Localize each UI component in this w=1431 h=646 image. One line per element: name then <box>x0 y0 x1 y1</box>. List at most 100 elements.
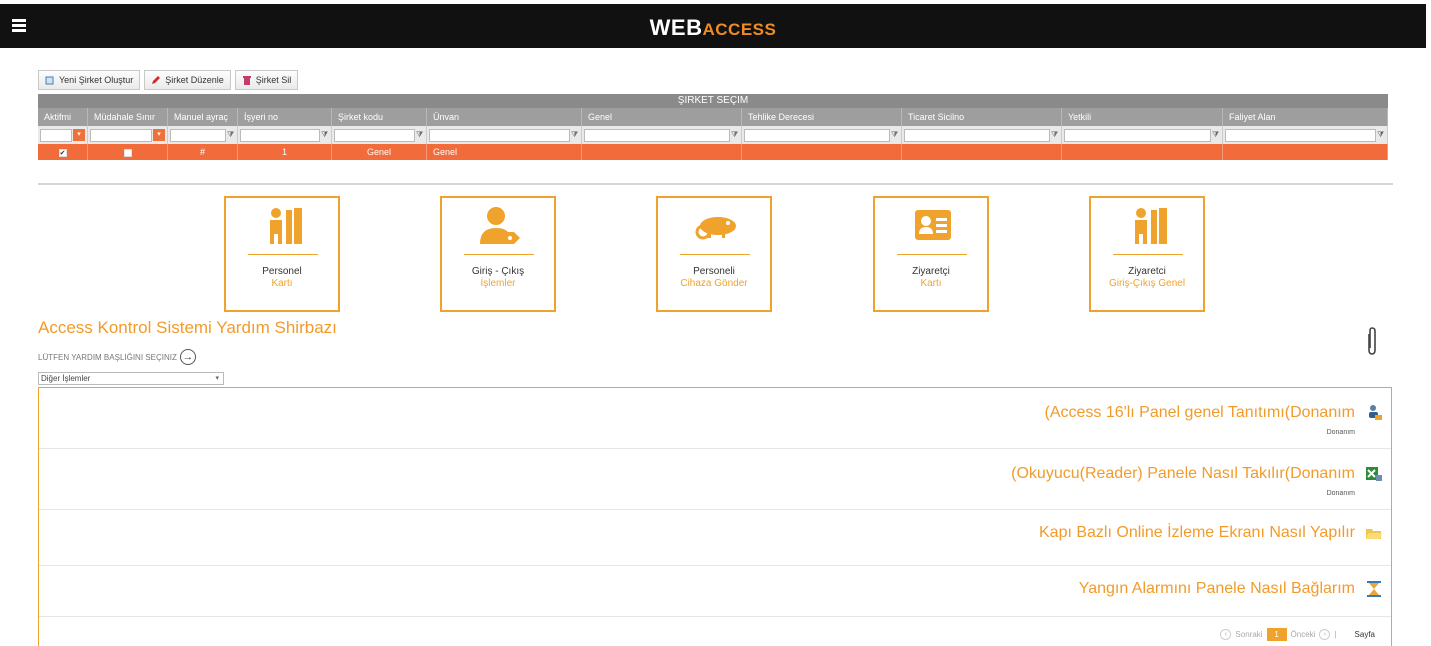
col-header[interactable]: Ticaret Sicilno <box>902 108 1062 126</box>
filter-input[interactable] <box>1064 128 1211 142</box>
edit-company-button[interactable]: Şirket Düzenle <box>144 70 231 90</box>
table-row[interactable]: ✔ # 1 Genel Genel <box>38 144 1388 160</box>
tile-visitor-card[interactable]: Ziyaretçi Kartı <box>873 196 989 312</box>
create-company-button[interactable]: Yeni Şirket Oluştur <box>38 70 141 90</box>
help-title: Access Kontrol Sistemi Yardım Shirbazı <box>38 318 337 337</box>
pagination: ‹ Sonraki 1 Önceki › | Sayfa <box>1220 628 1375 641</box>
person-file-icon <box>270 208 302 244</box>
grid-filter-row: ▾ ▾ ⧩ ⧩ ⧩ ⧩ ⧩ ⧩ ⧩ ⧩ ⧩ <box>38 126 1388 144</box>
active-checkbox[interactable]: ✔ <box>58 148 67 157</box>
filter-input[interactable] <box>744 128 890 142</box>
dropdown-icon[interactable]: ▾ <box>153 129 165 141</box>
hardware-user-icon <box>1369 405 1382 420</box>
tile-sublabel: Kartı <box>920 278 942 289</box>
filter-input[interactable] <box>240 128 320 142</box>
prev-page-link[interactable]: Önceki <box>1291 630 1316 639</box>
filter-input[interactable] <box>170 128 226 142</box>
list-item[interactable]: Kapı Bazlı Online İzleme Ekranı Nasıl Ya… <box>39 510 1391 566</box>
list-item[interactable]: Yangın Alarmını Panele Nasıl Bağlarım <box>39 566 1391 617</box>
cell-manuel: # <box>168 144 238 160</box>
cell-unvan: Genel <box>427 144 582 160</box>
limit-checkbox[interactable] <box>123 148 132 157</box>
tile-sublabel: Giriş-Çıkış Genel <box>1108 278 1186 289</box>
help-subtitle-text: LÜTFEN YARDIM BAŞLIĞINI SEÇINIZ <box>38 352 177 362</box>
item-title[interactable]: Kapı Bazlı Online İzleme Ekranı Nasıl Ya… <box>1039 524 1355 542</box>
filter-icon[interactable]: ⧩ <box>1051 130 1059 140</box>
create-company-label: Yeni Şirket Oluştur <box>59 75 134 85</box>
divider <box>38 183 1393 185</box>
filter-icon[interactable]: ⧩ <box>227 130 235 140</box>
col-header[interactable]: Aktifmi <box>38 108 88 126</box>
cell-empty <box>1223 144 1388 160</box>
help-topic-select[interactable]: Diğer İşlemler ▾ <box>38 372 224 385</box>
col-header[interactable]: Müdahale Sınır <box>88 108 168 126</box>
col-header[interactable]: Manuel ayraç <box>168 108 238 126</box>
cell-empty <box>902 144 1062 160</box>
tile-sublabel: Cihaza Gönder <box>680 278 748 289</box>
filter-input[interactable] <box>1225 128 1376 142</box>
item-title[interactable]: (Okuyucu(Reader) Panele Nasıl Takılır(Do… <box>1011 465 1355 483</box>
col-header[interactable]: Genel <box>582 108 742 126</box>
list-item[interactable]: (Okuyucu(Reader) Panele Nasıl Takılır(Do… <box>39 449 1391 510</box>
dropdown-icon[interactable]: ▾ <box>73 129 85 141</box>
tile-sublabel: İşlemler <box>480 278 516 289</box>
trash-icon <box>242 75 251 85</box>
col-header[interactable]: Faliyet Alan <box>1223 108 1388 126</box>
filter-input[interactable] <box>584 128 730 142</box>
filter-icon[interactable]: ⧩ <box>1212 130 1220 140</box>
grid-title: ŞIRKET SEÇIM <box>38 94 1388 108</box>
cell-empty <box>1062 144 1223 160</box>
company-grid: ŞIRKET SEÇIM Aktifmi Müdahale Sınır Manu… <box>38 94 1388 160</box>
paperclip-icon[interactable] <box>1366 326 1378 356</box>
top-bar: WEBACCESS <box>0 4 1426 48</box>
company-toolbar: Yeni Şirket Oluştur Şirket Düzenle Şirke… <box>38 70 299 90</box>
item-title[interactable]: (Access 16'lı Panel genel Tanıtımı(Donan… <box>1045 404 1355 422</box>
filter-icon[interactable]: ⧩ <box>731 130 739 140</box>
prev-page-icon[interactable]: › <box>1319 629 1331 640</box>
filter-icon[interactable]: ⧩ <box>571 130 579 140</box>
tile-visitor-entry-exit[interactable]: Ziyaretci Giriş-Çıkış Genel <box>1089 196 1205 312</box>
help-list: (Access 16'lı Panel genel Tanıtımı(Donan… <box>38 387 1392 646</box>
filter-icon[interactable]: ⧩ <box>891 130 899 140</box>
tile-sublabel: Kartı <box>271 278 293 289</box>
filter-input[interactable] <box>904 128 1050 142</box>
col-header[interactable]: İşyeri no <box>238 108 332 126</box>
cell-isyeri: 1 <box>238 144 332 160</box>
filter-input[interactable] <box>90 128 152 142</box>
brand-logo: WEBACCESS <box>649 15 777 40</box>
tile-send-device[interactable]: Personeli Cihaza Gönder <box>656 196 772 312</box>
delete-company-button[interactable]: Şirket Sil <box>234 70 299 90</box>
current-page[interactable]: 1 <box>1266 628 1287 641</box>
item-title[interactable]: Yangın Alarmını Panele Nasıl Bağlarım <box>1079 580 1355 598</box>
next-page-icon[interactable]: ‹ <box>1220 629 1232 640</box>
tile-label: Personeli <box>693 266 735 277</box>
arrow-right-icon[interactable]: → <box>179 349 196 365</box>
tile-entry-exit[interactable]: Giriş - Çıkış İşlemler <box>440 196 556 312</box>
folder-icon <box>1366 529 1382 539</box>
hourglass-icon <box>1367 581 1381 597</box>
filter-icon[interactable]: ⧩ <box>416 130 424 140</box>
shortcut-tiles: Personel Kartı Giriş - Çıkış İşlemler Pe… <box>0 196 1431 314</box>
next-page-link[interactable]: Sonraki <box>1235 630 1262 639</box>
tile-label: Ziyaretci <box>1128 266 1166 277</box>
col-header[interactable]: Ünvan <box>427 108 582 126</box>
tile-personnel-card[interactable]: Personel Kartı <box>224 196 340 312</box>
cell-empty <box>742 144 902 160</box>
delete-company-label: Şirket Sil <box>255 75 292 85</box>
chevron-down-icon: ▾ <box>215 375 219 382</box>
filter-input[interactable] <box>334 128 415 142</box>
list-item[interactable]: (Access 16'lı Panel genel Tanıtımı(Donan… <box>39 388 1391 449</box>
excel-icon <box>1366 467 1382 481</box>
cell-kod: Genel <box>332 144 427 160</box>
filter-icon[interactable]: ⧩ <box>1377 130 1385 140</box>
filter-input[interactable] <box>429 128 570 142</box>
pencil-icon <box>152 75 161 84</box>
tile-label: Ziyaretçi <box>912 266 950 277</box>
col-header[interactable]: Şirket kodu <box>332 108 427 126</box>
col-header[interactable]: Tehlike Derecesi <box>742 108 902 126</box>
grid-header: Aktifmi Müdahale Sınır Manuel ayraç İşye… <box>38 108 1388 126</box>
filter-icon[interactable]: ⧩ <box>321 130 329 140</box>
filter-input[interactable] <box>40 128 72 142</box>
col-header[interactable]: Yetkili <box>1062 108 1223 126</box>
tile-label: Personel <box>262 266 302 277</box>
